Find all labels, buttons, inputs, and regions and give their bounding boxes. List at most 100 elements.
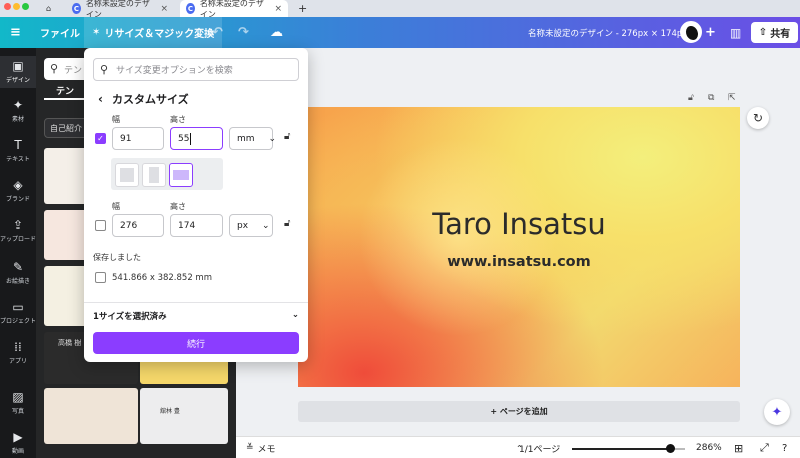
width-label: 幅 xyxy=(112,115,120,124)
rail-item-uploads[interactable]: ⇪ アップロード xyxy=(0,218,36,243)
selected-sizes-toggle[interactable]: 1サイズを選択済み ⌄ xyxy=(93,310,299,322)
brand-icon: ◈ xyxy=(13,178,23,192)
rail-label: デザイン xyxy=(5,77,30,84)
browser-tab-2[interactable]: C 名称未設定のデザイン × xyxy=(180,0,288,19)
close-tab-icon[interactable]: × xyxy=(160,4,168,14)
orientation-square-button[interactable] xyxy=(115,163,139,187)
rail-item-photos[interactable]: ▨ 写真 xyxy=(0,390,36,415)
height-label: 高さ xyxy=(170,202,186,211)
orientation-selector xyxy=(111,158,223,190)
rail-item-draw[interactable]: ✎ お絵描き xyxy=(0,260,36,285)
width-input-px[interactable]: 276 xyxy=(112,214,164,237)
refresh-icon[interactable]: ↻ xyxy=(747,107,769,129)
zoom-slider-handle[interactable] xyxy=(666,444,675,453)
help-icon[interactable]: ? xyxy=(782,437,787,458)
template-thumbnail[interactable]: 舘林 豊 xyxy=(140,388,228,444)
add-page-icon[interactable]: ⇱ xyxy=(728,93,736,103)
unit-select-mm[interactable]: mm ⌄ xyxy=(229,127,276,150)
resize-magic-label: リサイズ＆マジック変換 xyxy=(104,29,215,40)
rail-item-projects[interactable]: ▭ プロジェクト xyxy=(0,300,36,325)
tab-templates[interactable]: テン xyxy=(56,84,74,97)
rail-item-brand[interactable]: ◈ ブランド xyxy=(0,178,36,203)
browser-tab-1[interactable]: C 名称未設定のデザイン × xyxy=(66,0,174,19)
size-row-1-checkbox[interactable]: ✓ xyxy=(95,133,106,144)
insights-icon[interactable]: ▥ xyxy=(730,17,741,48)
design-canvas[interactable]: Taro Insatsu www.insatsu.com xyxy=(298,107,740,387)
back-chevron-icon[interactable]: ‹ xyxy=(98,92,103,106)
unit-select-px[interactable]: px ⌄ xyxy=(229,214,273,237)
share-button[interactable]: ⇧ 共有 xyxy=(751,22,798,43)
saved-size-checkbox[interactable] xyxy=(95,272,106,283)
orientation-landscape-button[interactable] xyxy=(169,163,193,187)
chevron-down-icon: ⌄ xyxy=(262,220,270,231)
custom-size-header: ‹ カスタムサイズ xyxy=(98,91,189,107)
zoom-level[interactable]: 286% xyxy=(696,437,722,458)
height-input-mm[interactable]: 55 xyxy=(170,127,223,150)
redo-icon[interactable]: ↷ xyxy=(238,17,249,48)
bottom-bar: ≚ メモ ⌃ 1/1ページ 286% ⊞ ⤢ ? xyxy=(236,436,800,458)
rail-item-videos[interactable]: ▶ 動画 xyxy=(0,430,36,455)
magic-assistant-icon[interactable]: ✦ xyxy=(764,399,790,425)
rail-item-design[interactable]: ▣ デザイン xyxy=(0,56,36,88)
zoom-window-icon[interactable] xyxy=(22,3,29,10)
add-collaborator-icon[interactable]: + xyxy=(705,17,716,48)
rail-label: 動画 xyxy=(11,448,24,455)
rail-label: テキスト xyxy=(6,156,30,163)
portrait-shape-icon xyxy=(149,167,159,183)
new-tab-button[interactable]: + xyxy=(292,0,313,17)
rail-label: アップロード xyxy=(0,236,37,243)
height-input-px[interactable]: 174 xyxy=(170,214,223,237)
file-menu-button[interactable]: ファイル xyxy=(40,17,80,48)
template-card-name: 舘林 豊 xyxy=(160,408,180,415)
search-icon: ⚲ xyxy=(50,62,59,75)
add-page-button[interactable]: + ページを追加 xyxy=(298,401,740,422)
canva-favicon-icon: C xyxy=(186,3,195,14)
canva-favicon-icon: C xyxy=(72,3,81,14)
orientation-portrait-button[interactable] xyxy=(142,163,166,187)
aspect-lock-icon[interactable]: 🔓︎ xyxy=(284,218,290,229)
avatar[interactable] xyxy=(680,21,702,43)
resize-magic-button[interactable]: ✶ リサイズ＆マジック変換 xyxy=(84,17,223,48)
rail-label: アプリ xyxy=(8,358,27,365)
width-input-mm[interactable]: 91 xyxy=(112,127,164,150)
rail-item-text[interactable]: T テキスト xyxy=(0,138,36,163)
close-window-icon[interactable] xyxy=(4,3,11,10)
continue-button[interactable]: 続行 xyxy=(93,332,299,354)
notes-icon: ≚ xyxy=(246,443,254,453)
landscape-shape-icon xyxy=(173,170,189,180)
fullscreen-icon[interactable]: ⤢ xyxy=(760,437,769,458)
text-icon: T xyxy=(14,138,22,152)
design-website-text[interactable]: www.insatsu.com xyxy=(298,254,740,270)
folder-icon: ▭ xyxy=(12,300,24,314)
minimize-window-icon[interactable] xyxy=(13,3,20,10)
template-thumbnail[interactable] xyxy=(44,388,138,444)
popover-divider xyxy=(84,302,308,303)
rail-label: 素材 xyxy=(11,116,24,123)
design-name-text[interactable]: Taro Insatsu xyxy=(298,207,740,241)
height-input-value: 55 xyxy=(178,133,190,144)
chevron-down-icon: ⌄ xyxy=(268,133,277,144)
notes-button[interactable]: ≚ メモ xyxy=(246,437,276,458)
filter-chip[interactable]: 自己紹介 xyxy=(44,118,88,138)
sparkle-icon: ✶ xyxy=(92,27,101,38)
page-indicator[interactable]: 1/1ページ xyxy=(519,437,560,458)
menu-icon[interactable]: ≡ xyxy=(10,17,21,48)
draw-icon: ✎ xyxy=(12,260,24,274)
left-rail: ▣ デザイン ✦ 素材 T テキスト ◈ ブランド ⇪ アップロード ✎ お絵描… xyxy=(0,48,36,458)
aspect-lock-icon[interactable]: 🔓︎ xyxy=(284,131,290,142)
grid-view-icon[interactable]: ⊞ xyxy=(734,437,743,458)
undo-icon[interactable]: ↶ xyxy=(212,17,223,48)
photo-icon: ▨ xyxy=(12,390,24,404)
design-icon: ▣ xyxy=(12,59,24,73)
lock-page-icon[interactable]: 🔓︎ xyxy=(688,93,694,103)
saved-size-value[interactable]: 541.866 x 382.852 mm xyxy=(112,273,212,283)
cloud-save-icon[interactable]: ☁ xyxy=(270,17,283,48)
duplicate-page-icon[interactable]: ⧉ xyxy=(708,93,714,103)
size-row-2-checkbox[interactable] xyxy=(95,220,106,231)
rail-item-elements[interactable]: ✦ 素材 xyxy=(0,98,36,123)
document-title[interactable]: 名称未設定のデザイン - 276px × 174px xyxy=(528,17,687,48)
home-tab-icon[interactable]: ⌂ xyxy=(40,0,60,17)
rail-item-apps[interactable]: ⁞⁞ アプリ xyxy=(0,340,36,365)
resize-search-input[interactable]: ⚲ サイズ変更オプションを検索 xyxy=(93,58,299,81)
close-tab-icon[interactable]: × xyxy=(274,4,282,14)
